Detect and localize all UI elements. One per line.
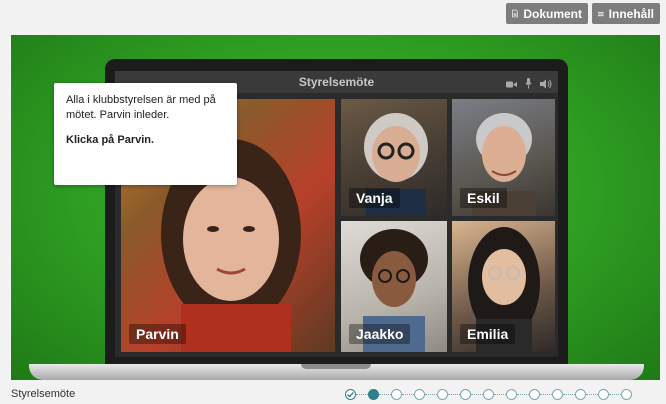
participant-name: Emilia	[460, 324, 516, 344]
progress-step[interactable]	[414, 389, 425, 400]
footer-title: Styrelsemöte	[11, 388, 76, 400]
meeting-controls	[506, 76, 552, 94]
menu-icon	[598, 11, 604, 16]
progress-connector	[379, 394, 391, 395]
callout-instruction: Klicka på Parvin.	[66, 134, 155, 146]
progress-step-current[interactable]	[368, 389, 379, 400]
callout-text: Alla i klubbstyrelsen är med på mötet. P…	[66, 94, 216, 121]
progress-connector	[563, 394, 575, 395]
progress-step[interactable]	[437, 389, 448, 400]
document-button-label: Dokument	[523, 6, 582, 21]
progress-connector	[448, 394, 460, 395]
participant-tile-jaakko[interactable]: Jaakko	[341, 221, 447, 352]
contents-button[interactable]: Innehåll	[592, 3, 660, 24]
participant-name: Jaakko	[349, 324, 411, 344]
progress-step[interactable]	[598, 389, 609, 400]
progress-step[interactable]	[506, 389, 517, 400]
footer-bar: Styrelsemöte	[0, 385, 666, 404]
instruction-callout: Alla i klubbstyrelsen är med på mötet. P…	[54, 83, 237, 185]
progress-connector	[540, 394, 552, 395]
participant-tile-eskil[interactable]: Eskil	[452, 99, 555, 216]
progress-step-completed[interactable]	[345, 389, 356, 400]
camera-icon	[506, 76, 517, 94]
progress-step[interactable]	[575, 389, 586, 400]
progress-connector	[586, 394, 598, 395]
contents-button-label: Innehåll	[608, 6, 654, 21]
progress-step[interactable]	[552, 389, 563, 400]
progress-step[interactable]	[483, 389, 494, 400]
document-button[interactable]: Dokument	[506, 3, 588, 24]
progress-step[interactable]	[391, 389, 402, 400]
progress-connector	[517, 394, 529, 395]
participant-name: Vanja	[349, 188, 400, 208]
progress-step[interactable]	[460, 389, 471, 400]
progress-step[interactable]	[621, 389, 632, 400]
document-icon	[512, 9, 519, 18]
speaker-icon	[540, 76, 552, 94]
progress-connector	[402, 394, 414, 395]
laptop-notch	[301, 364, 371, 369]
top-toolbar: Dokument Innehåll	[0, 0, 666, 30]
checkmark-icon	[347, 391, 354, 398]
progress-connector	[471, 394, 483, 395]
progress-step[interactable]	[529, 389, 540, 400]
progress-connector	[494, 394, 506, 395]
scene-stage: Styrelsemöte Parvin Vanja Eskil Jaakko E…	[11, 35, 660, 380]
participant-name: Eskil	[460, 188, 507, 208]
participant-tile-vanja[interactable]: Vanja	[341, 99, 447, 216]
progress-connector	[425, 394, 437, 395]
progress-connector	[609, 394, 621, 395]
participant-name: Parvin	[129, 324, 186, 344]
microphone-icon	[525, 76, 532, 94]
participant-tile-emilia[interactable]: Emilia	[452, 221, 555, 352]
progress-connector	[356, 394, 368, 395]
